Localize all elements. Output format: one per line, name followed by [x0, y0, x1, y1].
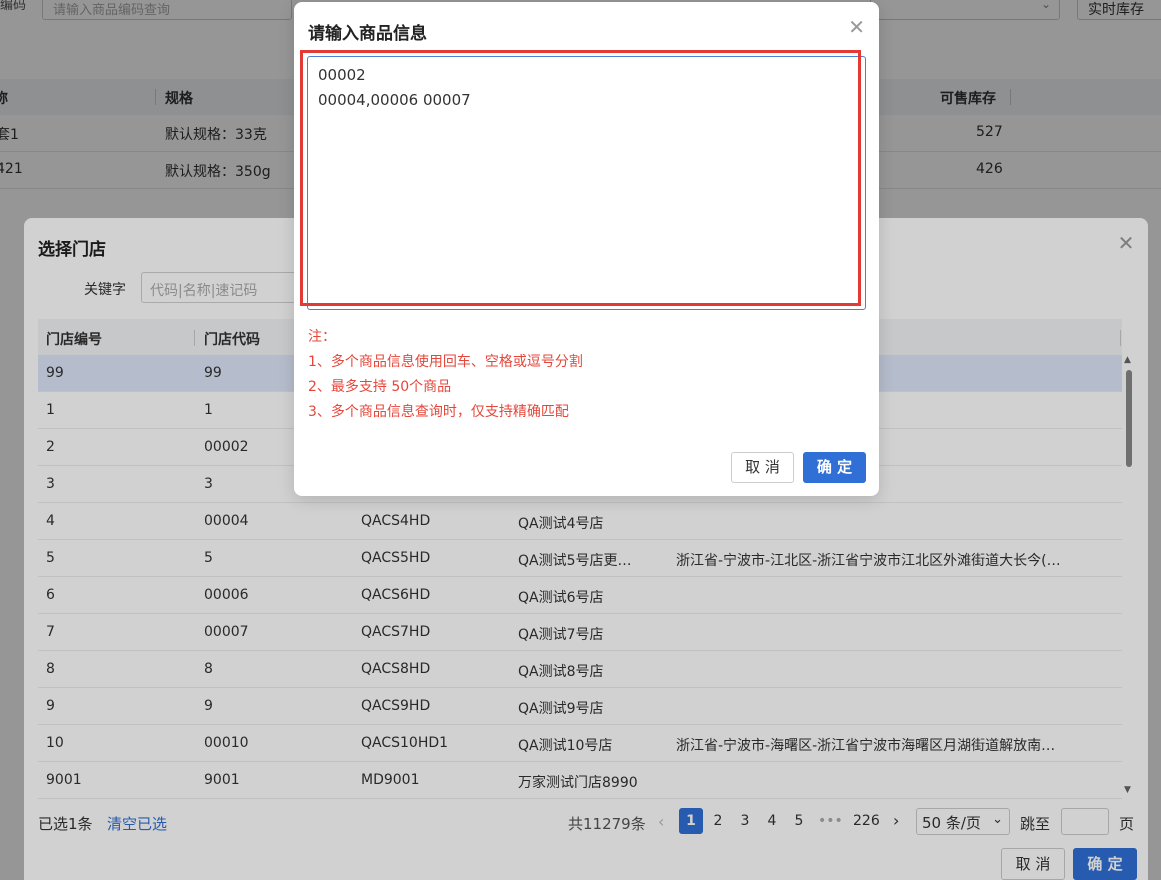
product-input-modal: 请输入商品信息 ✕ 00002 00004,00006 00007 注： 1、多… — [294, 2, 879, 496]
close-icon[interactable]: ✕ — [848, 17, 865, 37]
confirm-button[interactable]: 确 定 — [803, 452, 866, 483]
note-line: 注： — [308, 329, 336, 345]
note-line: 1、多个商品信息使用回车、空格或逗号分割 — [308, 354, 583, 370]
modal-title: 请输入商品信息 — [308, 24, 427, 44]
product-codes-textarea[interactable]: 00002 00004,00006 00007 — [307, 56, 866, 310]
cancel-button[interactable]: 取 消 — [731, 452, 794, 483]
note-line: 3、多个商品信息查询时，仅支持精确匹配 — [308, 404, 569, 420]
notes: 注： 1、多个商品信息使用回车、空格或逗号分割 2、最多支持 50个商品 3、多… — [308, 325, 583, 425]
note-line: 2、最多支持 50个商品 — [308, 379, 452, 395]
